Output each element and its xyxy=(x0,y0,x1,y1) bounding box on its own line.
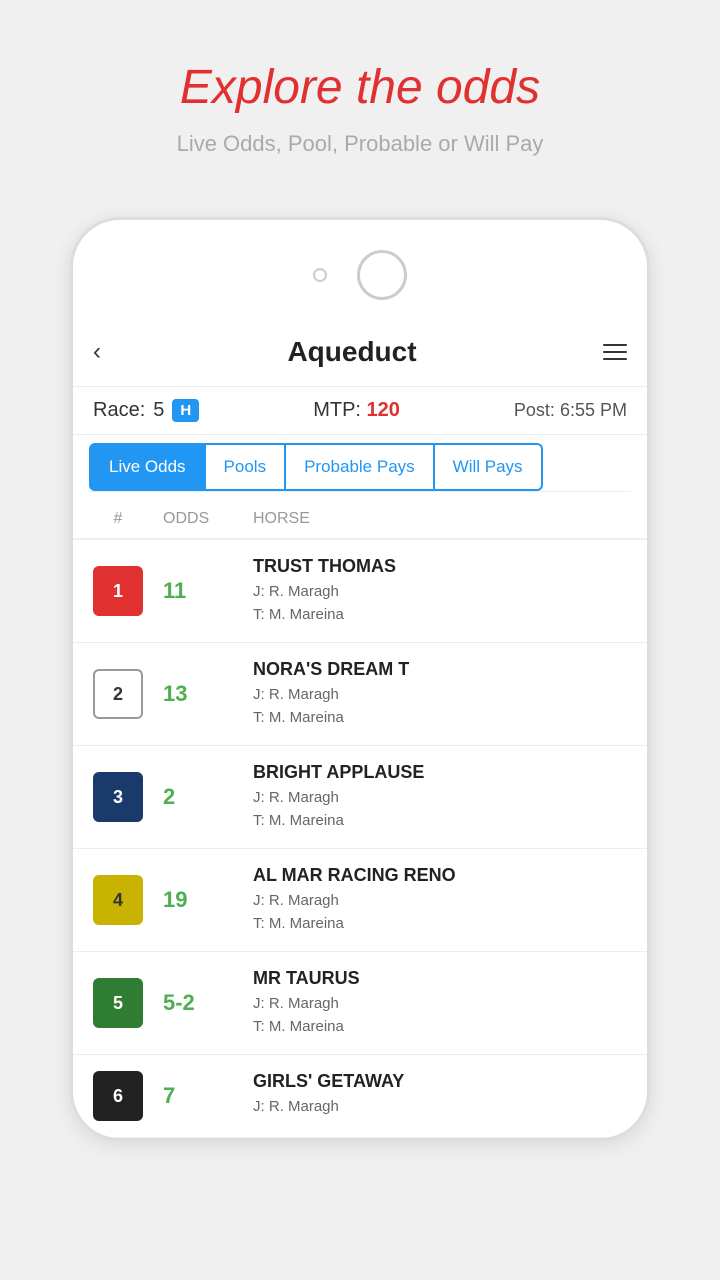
race-badge: H xyxy=(172,399,199,422)
horse-name: GIRLS' GETAWAY xyxy=(253,1071,627,1092)
table-row[interactable]: 2 13 NORA'S DREAM T J: R. MaraghT: M. Marei… xyxy=(73,643,647,746)
post-value: 6:55 PM xyxy=(560,400,627,420)
horse-list: 111TRUST THOMASJ: R. MaraghT: M. Mareina… xyxy=(73,540,647,1138)
tabs-container: Live Odds Pools Probable Pays Will Pays xyxy=(89,443,631,492)
odds-value: 19 xyxy=(163,887,233,913)
horse-details: TRUST THOMAS J: R. MaraghT: M. Mareina xyxy=(253,556,627,626)
phone-notch xyxy=(73,240,647,318)
app-header: ‹ Aqueduct xyxy=(73,318,647,387)
odds-value: 11 xyxy=(163,578,233,604)
odds-value: 13 xyxy=(163,681,233,707)
horse-number-badge: 3 xyxy=(93,772,143,822)
table-row[interactable]: 4 19 AL MAR RACING RENO J: R. MaraghT: M. M… xyxy=(73,849,647,952)
odds-value: 7 xyxy=(163,1083,233,1109)
menu-button[interactable] xyxy=(603,344,627,360)
horse-name: BRIGHT APPLAUSE xyxy=(253,762,627,783)
col-header-num: # xyxy=(93,510,143,528)
tab-live-odds[interactable]: Live Odds xyxy=(89,443,206,491)
race-label: Race: xyxy=(93,399,145,422)
menu-line-2 xyxy=(603,351,627,353)
table-header: # ODDS HORSE xyxy=(73,500,647,540)
tab-probable-pays[interactable]: Probable Pays xyxy=(286,443,435,491)
race-info: Race: 5 H MTP: 120 Post: 6:55 PM xyxy=(73,387,647,435)
mtp-value: 120 xyxy=(367,399,400,421)
phone-speaker-icon xyxy=(357,250,407,300)
horse-details: BRIGHT APPLAUSE J: R. MaraghT: M. Mareina xyxy=(253,762,627,832)
page-subtitle: Live Odds, Pool, Probable or Will Pay xyxy=(177,131,544,157)
race-number: Race: 5 H xyxy=(93,399,199,422)
app-title: Aqueduct xyxy=(287,336,416,368)
page-title: Explore the odds xyxy=(177,60,544,115)
phone-camera-icon xyxy=(313,268,327,282)
page-header: Explore the odds Live Odds, Pool, Probab… xyxy=(157,0,564,187)
mtp-info: MTP: 120 xyxy=(313,399,400,422)
jockey: J: R. Maragh xyxy=(253,993,627,1016)
odds-value: 5-2 xyxy=(163,990,233,1016)
jockey: J: R. Maragh xyxy=(253,787,627,810)
menu-line-1 xyxy=(603,344,627,346)
horse-details: MR TAURUS J: R. MaraghT: M. Mareina xyxy=(253,968,627,1038)
app-content: ‹ Aqueduct Race: 5 H MTP: 120 Post: 6:55… xyxy=(73,318,647,1138)
jockey: J: R. Maragh xyxy=(253,684,627,707)
horse-number-badge: 6 xyxy=(93,1071,143,1121)
post-label: Post: xyxy=(514,400,555,420)
trainer: T: M. Mareina xyxy=(253,810,627,833)
jockey: J: R. Maragh xyxy=(253,581,627,604)
tab-pools[interactable]: Pools xyxy=(206,443,287,491)
col-header-horse: HORSE xyxy=(253,510,627,528)
table-row[interactable]: 111TRUST THOMASJ: R. MaraghT: M. Mareina xyxy=(73,540,647,643)
table-row[interactable]: 67 GIRLS' GETAWAY J: R. Maragh xyxy=(73,1055,647,1138)
trainer: T: M. Mareina xyxy=(253,913,627,936)
table-row[interactable]: 5 5-2 MR TAURUS J: R. MaraghT: M. Mareina xyxy=(73,952,647,1055)
phone-frame: ‹ Aqueduct Race: 5 H MTP: 120 Post: 6:55… xyxy=(70,217,650,1141)
horse-name: TRUST THOMAS xyxy=(253,556,627,577)
horse-details: GIRLS' GETAWAY J: R. Maragh xyxy=(253,1071,627,1119)
table-row[interactable]: 32 BRIGHT APPLAUSE J: R. MaraghT: M. Marei… xyxy=(73,746,647,849)
menu-line-3 xyxy=(603,358,627,360)
horse-name: NORA'S DREAM T xyxy=(253,659,627,680)
trainer: T: M. Mareina xyxy=(253,1016,627,1039)
horse-number-badge: 2 xyxy=(93,669,143,719)
horse-name: AL MAR RACING RENO xyxy=(253,865,627,886)
horse-number-badge: 1 xyxy=(93,566,143,616)
jockey: J: R. Maragh xyxy=(253,1096,627,1119)
horse-details: AL MAR RACING RENO J: R. MaraghT: M. Mare… xyxy=(253,865,627,935)
jockey: J: R. Maragh xyxy=(253,890,627,913)
tab-will-pays[interactable]: Will Pays xyxy=(435,443,543,491)
mtp-label: MTP: xyxy=(313,399,361,421)
horse-name: MR TAURUS xyxy=(253,968,627,989)
trainer: T: M. Mareina xyxy=(253,707,627,730)
back-button[interactable]: ‹ xyxy=(93,338,101,366)
horse-details: NORA'S DREAM T J: R. MaraghT: M. Mareina xyxy=(253,659,627,729)
col-header-odds: ODDS xyxy=(163,510,233,528)
race-num: 5 xyxy=(153,399,164,422)
odds-value: 2 xyxy=(163,784,233,810)
post-info: Post: 6:55 PM xyxy=(514,400,627,421)
trainer: T: M. Mareina xyxy=(253,604,627,627)
horse-number-badge: 5 xyxy=(93,978,143,1028)
horse-number-badge: 4 xyxy=(93,875,143,925)
